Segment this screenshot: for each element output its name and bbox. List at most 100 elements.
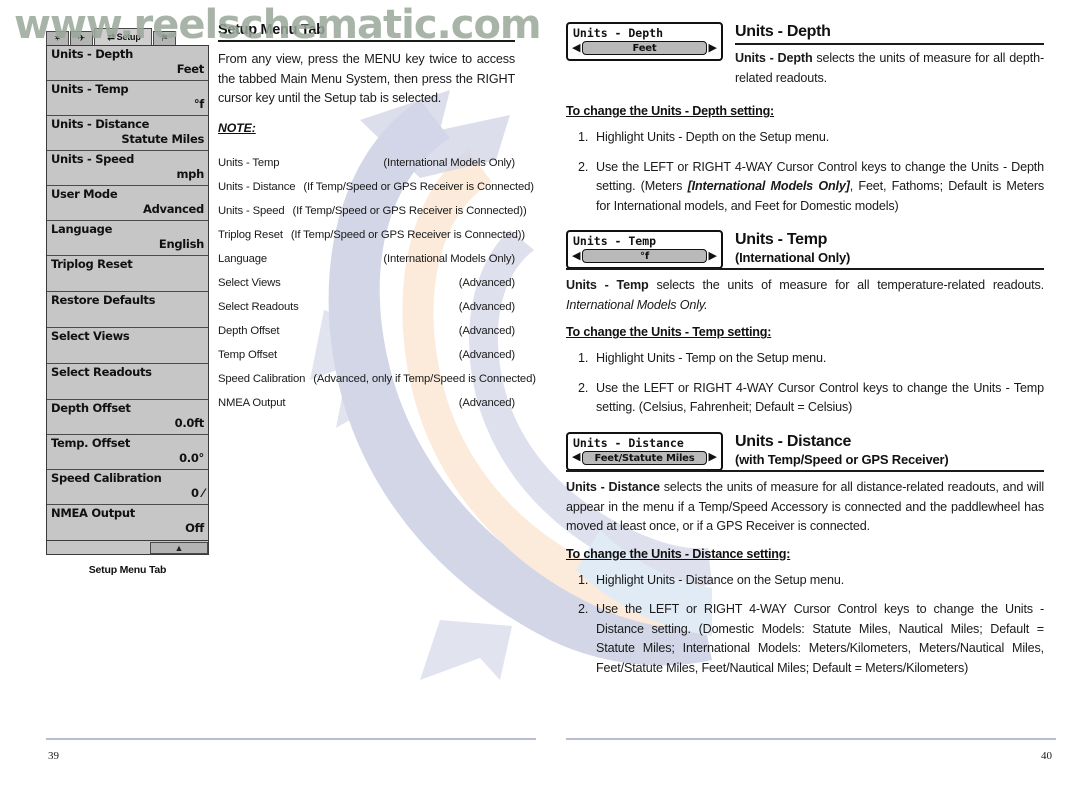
left-arrow-icon[interactable]: ◀ (572, 452, 580, 463)
menu-row[interactable]: Select Readouts (47, 364, 208, 400)
menu-row[interactable]: Triplog Reset (47, 256, 208, 292)
note-item-name: Depth Offset (218, 324, 280, 337)
setup-tab[interactable]: ⇄ Setup (94, 28, 152, 45)
section-description: Units - Depth selects the units of measu… (735, 51, 1044, 85)
section-heading: Units - Distance (735, 432, 852, 450)
setup-menu-screenshot: ✶ ✈ ⇄ Setup ⚑ Units - Depth Feet Units -… (46, 28, 209, 576)
procedure-steps: Highlight Units - Distance on the Setup … (566, 571, 1044, 679)
menu-row[interactable]: Temp. Offset 0.0° (47, 435, 208, 470)
procedure-steps: Highlight Units - Temp on the Setup menu… (566, 349, 1044, 418)
note-item-condition: (Advanced) (458, 276, 515, 289)
menu-row[interactable]: Units - Distance Statute Miles (47, 116, 208, 151)
heading-divider (566, 268, 1044, 271)
note-list: Units - Temp (International Models Only)… (218, 151, 536, 415)
intro-paragraph: From any view, press the MENU key twice … (218, 52, 515, 106)
document-page: www.reelschematic.com ✶ ✈ ⇄ Setup ⚑ Unit… (0, 0, 1080, 788)
menu-row[interactable]: User Mode Advanced (47, 186, 208, 221)
menu-row[interactable]: Units - Temp °f (47, 81, 208, 116)
right-arrow-icon[interactable]: ▶ (709, 452, 717, 463)
menu-row-value: Advanced (142, 202, 204, 216)
menu-row-label: Speed Calibration (51, 471, 162, 485)
list-item: Use the LEFT or RIGHT 4-WAY Cursor Contr… (578, 379, 1044, 415)
menu-row-label: Restore Defaults (51, 293, 156, 307)
sonar-tab[interactable]: ✈ (70, 31, 93, 45)
menu-row-value: Feet (176, 62, 205, 76)
widget-title: Units - Depth (573, 26, 664, 40)
widget-control[interactable]: ◀ Feet ▶ (571, 41, 718, 55)
note-item-name: Speed Calibration (218, 372, 306, 385)
alarms-tab[interactable]: ✶ (46, 31, 69, 45)
heading-divider (735, 43, 1044, 46)
menu-row[interactable]: Restore Defaults (47, 292, 208, 328)
note-item-condition: (If Temp/Speed or GPS Receiver is Connec… (292, 204, 527, 217)
note-item-condition: (Advanced) (458, 396, 515, 409)
menu-row-label: User Mode (51, 187, 118, 201)
scroll-up-button[interactable]: ▲ (150, 542, 208, 554)
list-item: Speed Calibration (Advanced, only if Tem… (218, 367, 536, 391)
list-item: Use the LEFT or RIGHT 4-WAY Cursor Contr… (578, 158, 1045, 213)
procedure-heading: To change the Units - Temp setting: (566, 325, 772, 340)
list-item: Highlight Units - Temp on the Setup menu… (578, 349, 827, 368)
menu-row-label: Units - Speed (51, 152, 135, 166)
note-heading: NOTE: (218, 120, 256, 135)
menu-row-label: Units - Temp (51, 82, 129, 96)
note-item-name: Units - Temp (218, 156, 280, 169)
list-item: Depth Offset (Advanced) (218, 319, 515, 343)
procedure-heading: To change the Units - Depth setting: (566, 104, 775, 119)
menu-row[interactable]: Units - Speed mph (47, 151, 208, 186)
left-arrow-icon[interactable]: ◀ (572, 42, 580, 54)
left-arrow-icon[interactable]: ◀ (572, 250, 580, 262)
note-item-name: Select Readouts (218, 300, 299, 313)
menu-row-label: Units - Depth (51, 47, 133, 61)
page-number: 40 (1041, 750, 1052, 762)
menu-row-label: Temp. Offset (51, 436, 131, 450)
section-heading: Units - Depth (735, 23, 831, 40)
units-distance-widget[interactable]: Units - Distance ◀ Feet/Statute Miles ▶ (566, 431, 723, 471)
units-depth-widget[interactable]: Units - Depth ◀ Feet ▶ (566, 22, 723, 61)
menu-row-value: °f (193, 97, 204, 111)
menu-row-label: Select Readouts (51, 365, 152, 379)
note-item-name: Language (218, 252, 268, 265)
note-item-condition: (Advanced) (458, 300, 515, 313)
menu-row-label: Units - Distance (51, 117, 150, 131)
menu-row[interactable]: Speed Calibration 0 ⁄ (47, 470, 208, 505)
list-item: Units - Temp (International Models Only) (218, 151, 515, 175)
section-header-units-distance: Units - Distance ◀ Feet/Statute Miles ▶ … (566, 431, 1044, 473)
menu-row[interactable]: Select Views (47, 328, 208, 364)
units-temp-widget[interactable]: Units - Temp ◀ °f ▶ (566, 230, 723, 270)
right-page: Units - Depth ◀ Feet ▶ Units - Depth Uni… (560, 0, 1058, 788)
menu-row-value: 0.0° (179, 451, 204, 465)
widget-title: Units - Temp (573, 234, 657, 249)
list-item: Units - Speed (If Temp/Speed or GPS Rece… (218, 199, 527, 223)
note-item-condition: (International Models Only) (383, 252, 515, 265)
note-item-name: Select Views (218, 276, 281, 289)
setup-icon: ⇄ (107, 31, 115, 42)
note-item-name: NMEA Output (218, 396, 286, 409)
section-description: Units - Temp selects the units of measur… (566, 278, 1045, 312)
menu-row-value: 0 ⁄ (190, 486, 204, 500)
list-item: Language (International Models Only) (218, 247, 515, 271)
widget-control[interactable]: ◀ Feet/Statute Miles ▶ (571, 450, 718, 465)
section-heading: Units - Temp (735, 231, 828, 249)
right-arrow-icon[interactable]: ▶ (709, 42, 717, 54)
menu-row[interactable]: Units - Depth Feet (47, 46, 208, 81)
section-header-units-temp: Units - Temp ◀ °f ▶ Units - Temp (Intern… (566, 230, 1044, 271)
list-item: NMEA Output (Advanced) (218, 391, 515, 415)
menu-row-label: Depth Offset (51, 401, 131, 415)
views-tab[interactable]: ⚑ (153, 31, 176, 45)
menu-row[interactable]: NMEA Output Off (47, 505, 208, 540)
list-item: Highlight Units - Depth on the Setup men… (578, 128, 830, 147)
left-text-column: Setup Menu Tab From any view, press the … (218, 22, 536, 415)
right-arrow-icon[interactable]: ▶ (709, 250, 717, 262)
note-item-name: Units - Distance (218, 180, 296, 193)
note-item-condition: (Advanced, only if Temp/Speed is Connect… (313, 372, 536, 385)
menu-row[interactable]: Language English (47, 221, 208, 256)
menu-row[interactable]: Depth Offset 0.0ft (47, 400, 208, 435)
widget-value: Feet (582, 41, 707, 55)
views-icon: ⚑ (160, 33, 169, 43)
list-item: Triplog Reset (If Temp/Speed or GPS Rece… (218, 223, 525, 247)
page-number: 39 (48, 750, 59, 762)
footer-divider (566, 738, 1056, 740)
widget-control[interactable]: ◀ °f ▶ (571, 249, 718, 264)
menu-row-value: mph (176, 167, 204, 181)
